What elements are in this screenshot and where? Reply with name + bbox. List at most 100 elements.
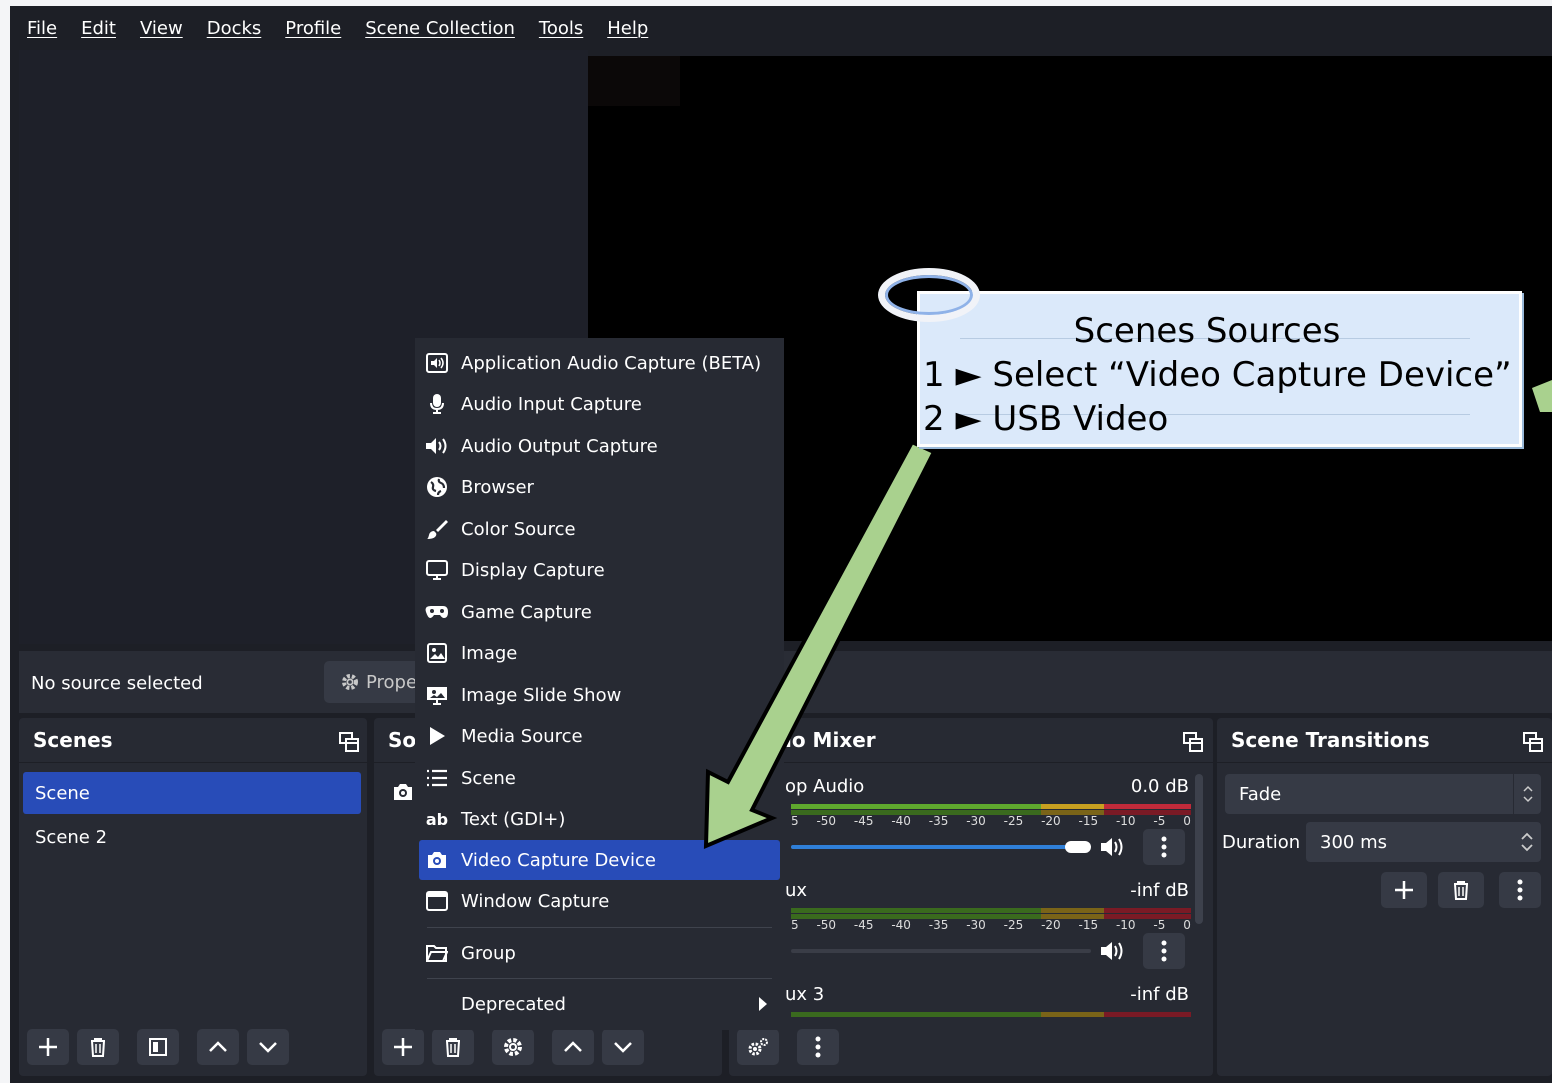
- plus-icon: [394, 1038, 412, 1056]
- plus-icon: [1395, 881, 1413, 899]
- text-icon: ab: [425, 809, 449, 829]
- source-properties-button[interactable]: [492, 1029, 534, 1065]
- chevron-down-icon: [614, 1042, 632, 1053]
- transition-menu-button[interactable]: [1499, 872, 1541, 908]
- menu-item-audio-output-capture[interactable]: Audio Output Capture: [419, 426, 780, 466]
- menu-scene-collection[interactable]: Scene Collection: [365, 18, 515, 39]
- move-scene-up-button[interactable]: [197, 1029, 239, 1065]
- advanced-audio-properties-button[interactable]: [737, 1029, 779, 1065]
- kebab-menu-icon: [815, 1036, 821, 1058]
- volume-slider[interactable]: [791, 845, 1091, 849]
- menu-item-scene[interactable]: Scene: [419, 758, 780, 798]
- menu-separator: [427, 978, 772, 979]
- menu-item-label: Browser: [461, 476, 534, 498]
- scene-transitions-dock: Scene Transitions Fade Duration 300 ms: [1217, 718, 1552, 1076]
- menu-item-audio-input-capture[interactable]: Audio Input Capture: [419, 384, 780, 424]
- image-icon: [425, 641, 449, 665]
- volume-meter: [791, 908, 1191, 913]
- annotation-callout: Scenes Sources 1 ► Select “Video Capture…: [917, 283, 1537, 449]
- preview-source-thumbnail: [588, 56, 680, 106]
- menu-profile[interactable]: Profile: [285, 18, 341, 39]
- meter-scale: 5 -50 -45 -40 -35 -30 -25 -20 -15 -10 -5 0: [791, 918, 1191, 932]
- undock-icon[interactable]: [337, 730, 361, 754]
- mixer-toolbar: [729, 1022, 1213, 1072]
- duration-label: Duration: [1222, 832, 1301, 853]
- channel-menu-button[interactable]: [1143, 829, 1185, 865]
- speaker-icon[interactable]: [1099, 836, 1125, 858]
- menu-item-label: Audio Input Capture: [461, 393, 642, 415]
- menu-item-group[interactable]: Group: [419, 933, 780, 973]
- add-source-menu: Application Audio Capture (BETA) Audio I…: [415, 338, 784, 1030]
- callout-step-1: 1 ► Select “Video Capture Device”: [923, 355, 1512, 395]
- audio-mixer-title: io Mixer: [785, 728, 876, 752]
- menu-help[interactable]: Help: [607, 18, 648, 39]
- menu-file[interactable]: File: [27, 18, 57, 39]
- camera-icon: [425, 848, 449, 872]
- app-audio-icon: [425, 351, 449, 375]
- mixer-channel-name: ux: [785, 880, 808, 901]
- list-icon: [425, 766, 449, 790]
- scenes-dock: Scenes Scene Scene 2: [19, 718, 367, 1076]
- move-source-up-button[interactable]: [552, 1029, 594, 1065]
- menu-item-browser[interactable]: Browser: [419, 467, 780, 507]
- menu-item-image-slide-show[interactable]: Image Slide Show: [419, 675, 780, 715]
- sources-title: So: [388, 728, 417, 752]
- scene-item-scene[interactable]: Scene: [23, 772, 361, 814]
- monitor-icon: [425, 558, 449, 582]
- menu-tools[interactable]: Tools: [539, 18, 583, 39]
- menu-docks[interactable]: Docks: [207, 18, 262, 39]
- menu-item-game-capture[interactable]: Game Capture: [419, 592, 780, 632]
- mixer-scrollbar[interactable]: [1195, 774, 1203, 924]
- volume-slider-thumb[interactable]: [1065, 841, 1091, 853]
- menu-item-label: Window Capture: [461, 890, 610, 912]
- menu-item-text-gdi[interactable]: ab Text (GDI+): [419, 799, 780, 839]
- menu-item-image[interactable]: Image: [419, 633, 780, 673]
- menu-item-window-capture[interactable]: Window Capture: [419, 881, 780, 921]
- menu-item-application-audio-capture[interactable]: Application Audio Capture (BETA): [419, 343, 780, 383]
- gears-icon: [748, 1038, 768, 1056]
- properties-label: Prope: [366, 671, 418, 693]
- add-scene-button[interactable]: [27, 1029, 69, 1065]
- remove-transition-button[interactable]: [1438, 872, 1484, 908]
- menu-item-label: Application Audio Capture (BETA): [461, 352, 762, 374]
- add-source-button[interactable]: [382, 1029, 424, 1065]
- menu-item-label: Color Source: [461, 518, 576, 540]
- menu-edit[interactable]: Edit: [81, 18, 116, 39]
- menu-item-label: Group: [461, 942, 516, 964]
- duration-spinbox[interactable]: 300 ms: [1306, 822, 1541, 862]
- menu-item-label: Game Capture: [461, 601, 592, 623]
- remove-source-button[interactable]: [432, 1029, 474, 1065]
- menu-item-display-capture[interactable]: Display Capture: [419, 550, 780, 590]
- play-icon: [425, 724, 449, 748]
- remove-scene-button[interactable]: [77, 1029, 119, 1065]
- add-transition-button[interactable]: [1381, 872, 1427, 908]
- kebab-menu-icon: [1161, 836, 1167, 858]
- menu-item-label: Scene: [461, 767, 516, 789]
- mixer-channel-db: 0.0 dB: [1130, 776, 1189, 797]
- channel-menu-button[interactable]: [1143, 933, 1185, 969]
- menu-item-media-source[interactable]: Media Source: [419, 716, 780, 756]
- menu-item-deprecated[interactable]: Deprecated: [419, 984, 780, 1024]
- menu-item-color-source[interactable]: Color Source: [419, 509, 780, 549]
- transition-select[interactable]: Fade: [1225, 774, 1541, 814]
- move-scene-down-button[interactable]: [247, 1029, 289, 1065]
- kebab-menu-icon: [1517, 879, 1523, 901]
- undock-icon[interactable]: [1521, 730, 1545, 754]
- volume-meter: [791, 804, 1191, 809]
- undock-icon[interactable]: [1181, 730, 1205, 754]
- scene-item-scene-2[interactable]: Scene 2: [23, 816, 361, 858]
- volume-slider[interactable]: [791, 949, 1091, 953]
- scene-filters-button[interactable]: [137, 1029, 179, 1065]
- kebab-menu-icon: [1161, 940, 1167, 962]
- no-source-label: No source selected: [31, 673, 203, 694]
- menu-item-video-capture-device[interactable]: Video Capture Device: [419, 840, 780, 880]
- move-source-down-button[interactable]: [602, 1029, 644, 1065]
- mixer-menu-button[interactable]: [797, 1029, 839, 1065]
- menu-item-label: Video Capture Device: [461, 849, 657, 871]
- slideshow-icon: [425, 683, 449, 707]
- trash-icon: [91, 1038, 105, 1057]
- menu-view[interactable]: View: [140, 18, 183, 39]
- microphone-icon: [425, 392, 449, 416]
- speaker-icon[interactable]: [1099, 940, 1125, 962]
- dock-header-divider: [729, 762, 1213, 763]
